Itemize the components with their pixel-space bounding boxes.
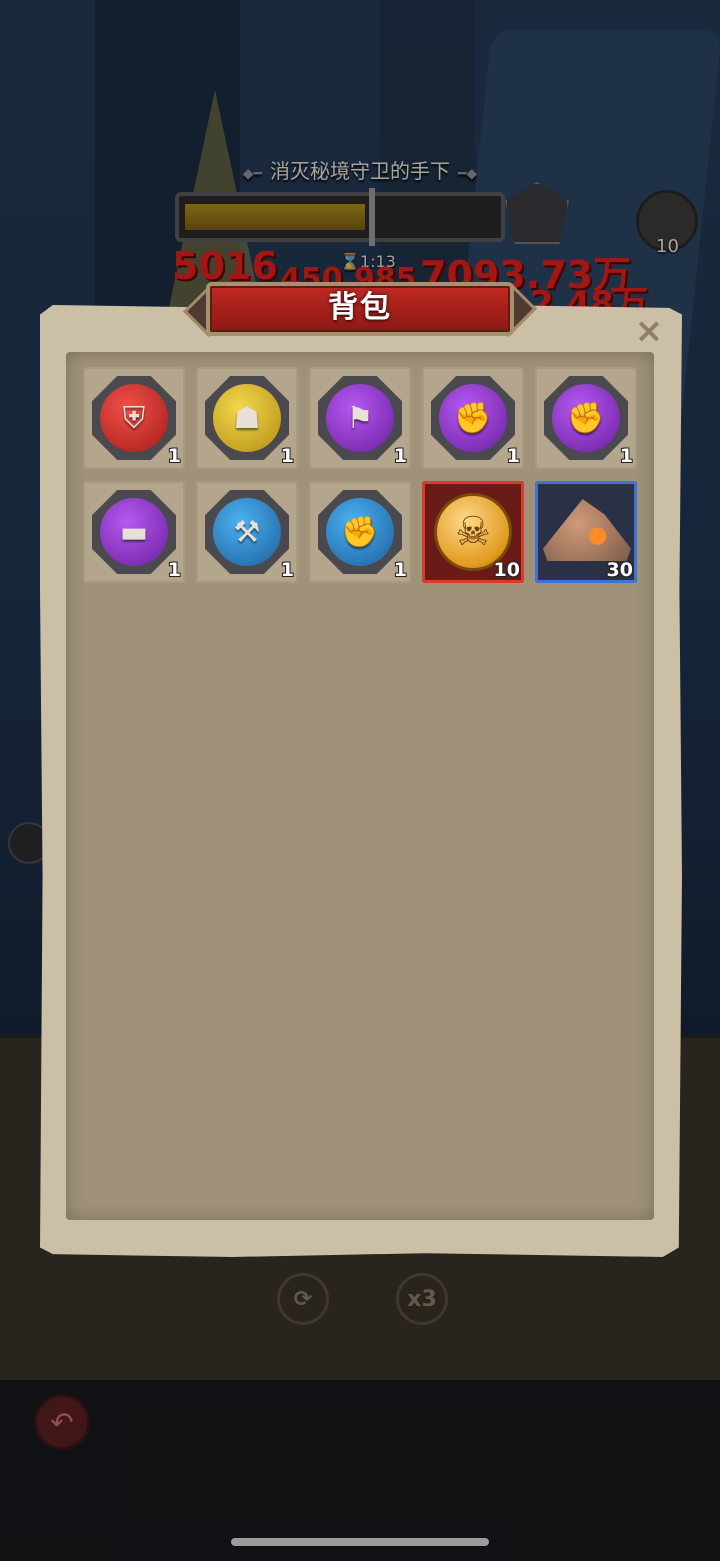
gauntlet-icon: ✊ [454, 400, 492, 436]
rarity-medallion: ✊ [326, 498, 394, 566]
item-count: 1 [167, 559, 181, 581]
close-button[interactable]: × [634, 314, 664, 350]
cape-icon: ⚑ [346, 400, 374, 436]
rarity-frame: ☗ [205, 376, 289, 460]
rarity-frame: ⛨ [92, 376, 176, 460]
rarity-medallion: ✊ [439, 384, 507, 452]
belt-icon: ▬ [119, 514, 149, 550]
item-count: 1 [167, 445, 181, 467]
rarity-medallion: ✊ [552, 384, 620, 452]
rarity-frame: ⚑ [318, 376, 402, 460]
helmet-icon: ☗ [233, 400, 261, 436]
gauntlet-icon: ✊ [341, 514, 379, 550]
rarity-medallion: ⚒ [213, 498, 281, 566]
gauntlet-icon: ✊ [567, 400, 605, 436]
item-slot-gauntlet[interactable]: ✊ 1 [309, 481, 411, 583]
item-count: 1 [280, 559, 294, 581]
rarity-medallion: ⛨ [100, 384, 168, 452]
item-count: 10 [493, 559, 520, 581]
rarity-frame: ✊ [431, 376, 515, 460]
rarity-medallion: ☗ [213, 384, 281, 452]
item-count: 1 [506, 445, 520, 467]
item-slot-axe[interactable]: ⚒ 1 [196, 481, 298, 583]
bag-title: 背包 [328, 290, 392, 325]
item-count: 1 [619, 445, 633, 467]
item-count: 1 [393, 559, 407, 581]
item-slot-helmet[interactable]: ☗ 1 [196, 367, 298, 469]
armor-icon: ⛨ [122, 400, 146, 436]
item-count: 1 [393, 445, 407, 467]
rarity-frame: ✊ [318, 490, 402, 574]
rarity-frame: ▬ [92, 490, 176, 574]
rarity-medallion: ▬ [100, 498, 168, 566]
item-slot-gauntlet[interactable]: ✊ 1 [422, 367, 524, 469]
item-count: 30 [606, 559, 633, 581]
rarity-frame: ✊ [544, 376, 628, 460]
axe-icon: ⚒ [233, 514, 261, 550]
item-slot-gauntlet[interactable]: ✊ 1 [535, 367, 637, 469]
rarity-frame: ⚒ [205, 490, 289, 574]
bag-title-banner: 背包 [183, 282, 537, 338]
item-slot-ore[interactable]: 30 [535, 481, 637, 583]
ore-icon [543, 499, 631, 561]
item-slot-skull-coin[interactable]: ☠ 10 [422, 481, 524, 583]
rarity-medallion: ⚑ [326, 384, 394, 452]
item-slot-armor[interactable]: ⛨ 1 [83, 367, 185, 469]
item-count: 1 [280, 445, 294, 467]
item-slot-cape[interactable]: ⚑ 1 [309, 367, 411, 469]
item-slot-belt[interactable]: ▬ 1 [83, 481, 185, 583]
